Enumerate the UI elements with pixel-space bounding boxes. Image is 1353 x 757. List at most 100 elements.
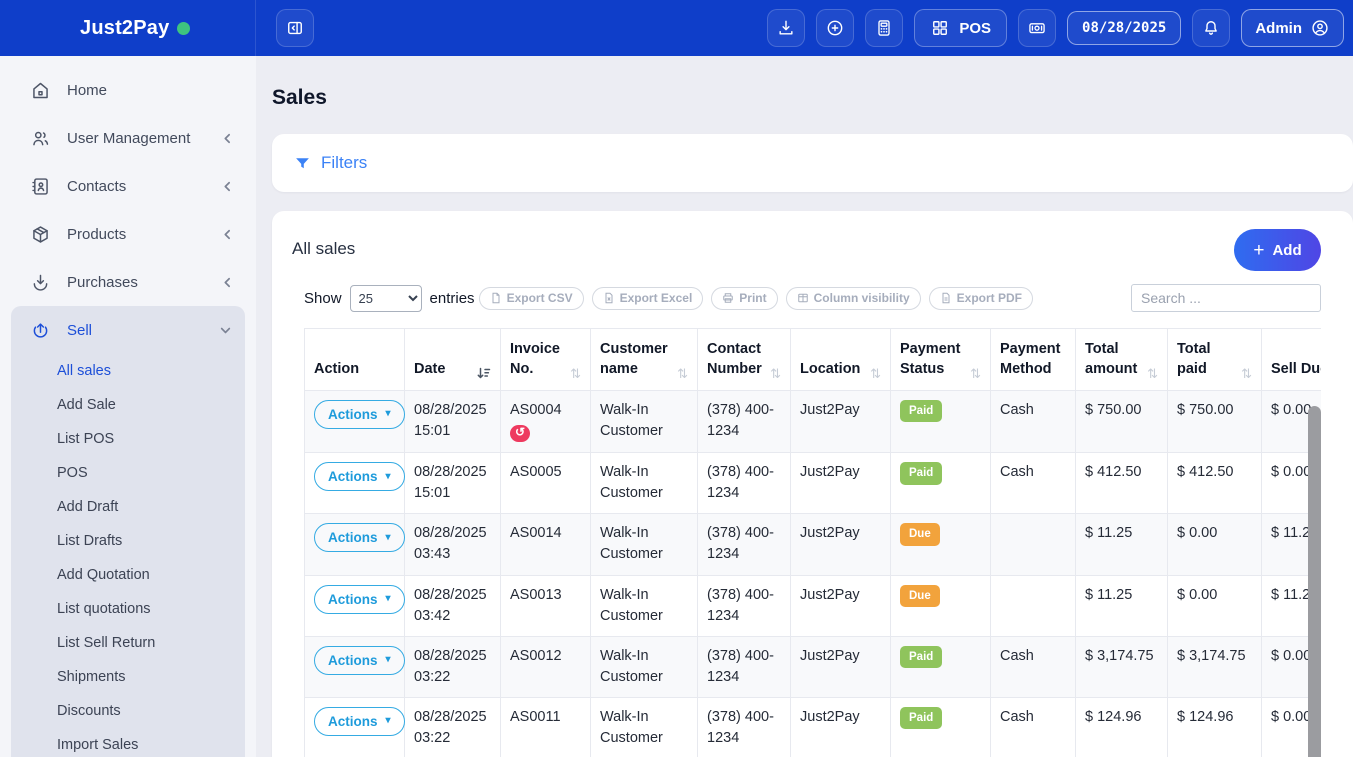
- cell-location: Just2Pay: [791, 697, 891, 757]
- cash-icon: [1027, 18, 1047, 38]
- sidebar-subitem-add-quotation[interactable]: Add Quotation: [11, 558, 245, 592]
- sort-icon: ⇅: [870, 367, 881, 380]
- cell-contact: (378) 400-1234: [698, 514, 791, 575]
- page-size-select[interactable]: 25: [350, 285, 422, 312]
- sidebar-subitem-list-quotations[interactable]: List quotations: [11, 592, 245, 626]
- filters-label: Filters: [321, 153, 367, 173]
- actions-button[interactable]: Actions▾: [314, 707, 405, 736]
- cell-customer: Walk-In Customer: [591, 514, 698, 575]
- users-icon: [30, 128, 51, 149]
- col-header-payment-status[interactable]: Payment Status⇅: [891, 329, 991, 391]
- sidebar-item-products[interactable]: Products: [0, 210, 256, 258]
- actions-label: Actions: [328, 530, 378, 545]
- col-header-invoice[interactable]: Invoice No.⇅: [501, 329, 591, 391]
- cash-register-button[interactable]: [1018, 9, 1056, 47]
- file-csv-icon: [490, 292, 502, 304]
- sidebar-subitem-list-sell-return[interactable]: List Sell Return: [11, 626, 245, 660]
- download-button[interactable]: [767, 9, 805, 47]
- actions-button[interactable]: Actions▾: [314, 400, 405, 429]
- sidebar-item-home[interactable]: Home: [0, 66, 256, 114]
- actions-button[interactable]: Actions▾: [314, 585, 405, 614]
- add-circle-button[interactable]: [816, 9, 854, 47]
- sidebar-subitem-all-sales[interactable]: All sales: [11, 354, 245, 388]
- download-arrow-icon: [30, 272, 51, 293]
- cell-contact: (378) 400-1234: [698, 636, 791, 697]
- cell-action: Actions▾: [305, 514, 405, 575]
- sidebar-subitem-import-sales[interactable]: Import Sales: [11, 728, 245, 757]
- user-circle-icon: [1310, 18, 1330, 38]
- payment-status-badge: Paid: [900, 707, 942, 730]
- search-input[interactable]: [1131, 284, 1321, 312]
- sidebar-subitem-pos[interactable]: POS: [11, 456, 245, 490]
- cell-payment-method: Cash: [991, 390, 1076, 453]
- collapse-sidebar-button[interactable]: [276, 9, 314, 47]
- sidebar-item-user-management[interactable]: User Management: [0, 114, 256, 162]
- actions-label: Actions: [328, 469, 378, 484]
- sidebar-item-sell[interactable]: Sell: [11, 306, 245, 354]
- actions-button[interactable]: Actions ▾: [314, 462, 405, 491]
- caret-down-icon: ▾: [386, 716, 391, 726]
- filters-panel[interactable]: Filters: [272, 134, 1353, 192]
- sidebar-subitem-add-sale[interactable]: Add Sale: [11, 388, 245, 422]
- sidebar-subitem-list-pos[interactable]: List POS: [11, 422, 245, 456]
- date-label: 08/28/2025: [1082, 20, 1166, 36]
- export-csv-button[interactable]: Export CSV: [479, 287, 584, 310]
- cell-location: Just2Pay: [791, 575, 891, 636]
- col-header-sell-due: Sell Due: [1262, 329, 1322, 391]
- cell-action: Actions▾: [305, 390, 405, 453]
- payment-status-badge: Paid: [900, 646, 942, 669]
- caret-down-icon: ▾: [386, 655, 391, 665]
- column-visibility-button[interactable]: Column visibility: [786, 287, 921, 310]
- cell-location: Just2Pay: [791, 453, 891, 514]
- col-header-location[interactable]: Location⇅: [791, 329, 891, 391]
- cell-action: Actions▾: [305, 697, 405, 757]
- caret-down-icon: ▾: [386, 472, 391, 482]
- cell-customer: Walk-In Customer: [591, 575, 698, 636]
- cell-contact: (378) 400-1234: [698, 697, 791, 757]
- col-header-date[interactable]: Date: [405, 329, 501, 391]
- sidebar-subitem-shipments[interactable]: Shipments: [11, 660, 245, 694]
- sidebar-subitem-discounts[interactable]: Discounts: [11, 694, 245, 728]
- export-pdf-button[interactable]: Export PDF: [929, 287, 1033, 310]
- export-csv-label: Export CSV: [507, 291, 573, 305]
- main-content: Sales Filters All sales + Add Show 25 en…: [256, 56, 1353, 757]
- calculator-button[interactable]: [865, 9, 903, 47]
- col-header-customer[interactable]: Customer name⇅: [591, 329, 698, 391]
- notifications-button[interactable]: [1192, 9, 1230, 47]
- actions-button[interactable]: Actions▾: [314, 646, 405, 675]
- sidebar-item-contacts[interactable]: Contacts: [0, 162, 256, 210]
- col-header-contact[interactable]: Contact Number⇅: [698, 329, 791, 391]
- sell-group: Sell All sales Add Sale List POS POS Add…: [11, 306, 245, 757]
- actions-button[interactable]: Actions▾: [314, 523, 405, 552]
- admin-menu-button[interactable]: Admin: [1241, 9, 1344, 47]
- payment-status-badge: Paid: [900, 400, 942, 423]
- cell-invoice: AS0013: [501, 575, 591, 636]
- col-label: Invoice No.: [510, 339, 566, 380]
- topbar: Just2Pay: [0, 0, 1353, 56]
- cell-total-amount: $ 412.50: [1076, 453, 1168, 514]
- export-excel-button[interactable]: Export Excel: [592, 287, 704, 310]
- sidebar-item-label: User Management: [67, 130, 190, 147]
- box-icon: [30, 224, 51, 245]
- print-button[interactable]: Print: [711, 287, 777, 310]
- file-pdf-icon: [940, 292, 952, 304]
- date-button[interactable]: 08/28/2025: [1067, 11, 1181, 45]
- sidebar-subitem-add-draft[interactable]: Add Draft: [11, 490, 245, 524]
- col-header-total-paid[interactable]: Total paid⇅: [1168, 329, 1262, 391]
- entries-label: entries: [430, 290, 475, 307]
- cell-customer: Walk-In Customer: [591, 390, 698, 453]
- add-button[interactable]: + Add: [1234, 229, 1321, 271]
- sales-table: Action Date Invoice No.⇅ Customer name⇅ …: [304, 328, 1321, 757]
- sidebar-item-purchases[interactable]: Purchases: [0, 258, 256, 306]
- cell-total-amount: $ 11.25: [1076, 514, 1168, 575]
- cell-invoice: AS0005: [501, 453, 591, 514]
- sidebar-item-label: Purchases: [67, 274, 138, 291]
- cell-payment-method: Cash: [991, 636, 1076, 697]
- pos-button[interactable]: POS: [914, 9, 1007, 47]
- cell-customer: Walk-In Customer: [591, 697, 698, 757]
- vertical-scrollbar[interactable]: [1308, 406, 1321, 757]
- cell-total-paid: $ 0.00: [1168, 575, 1262, 636]
- home-icon: [30, 80, 51, 101]
- sidebar-subitem-list-drafts[interactable]: List Drafts: [11, 524, 245, 558]
- col-header-total-amount[interactable]: Total amount⇅: [1076, 329, 1168, 391]
